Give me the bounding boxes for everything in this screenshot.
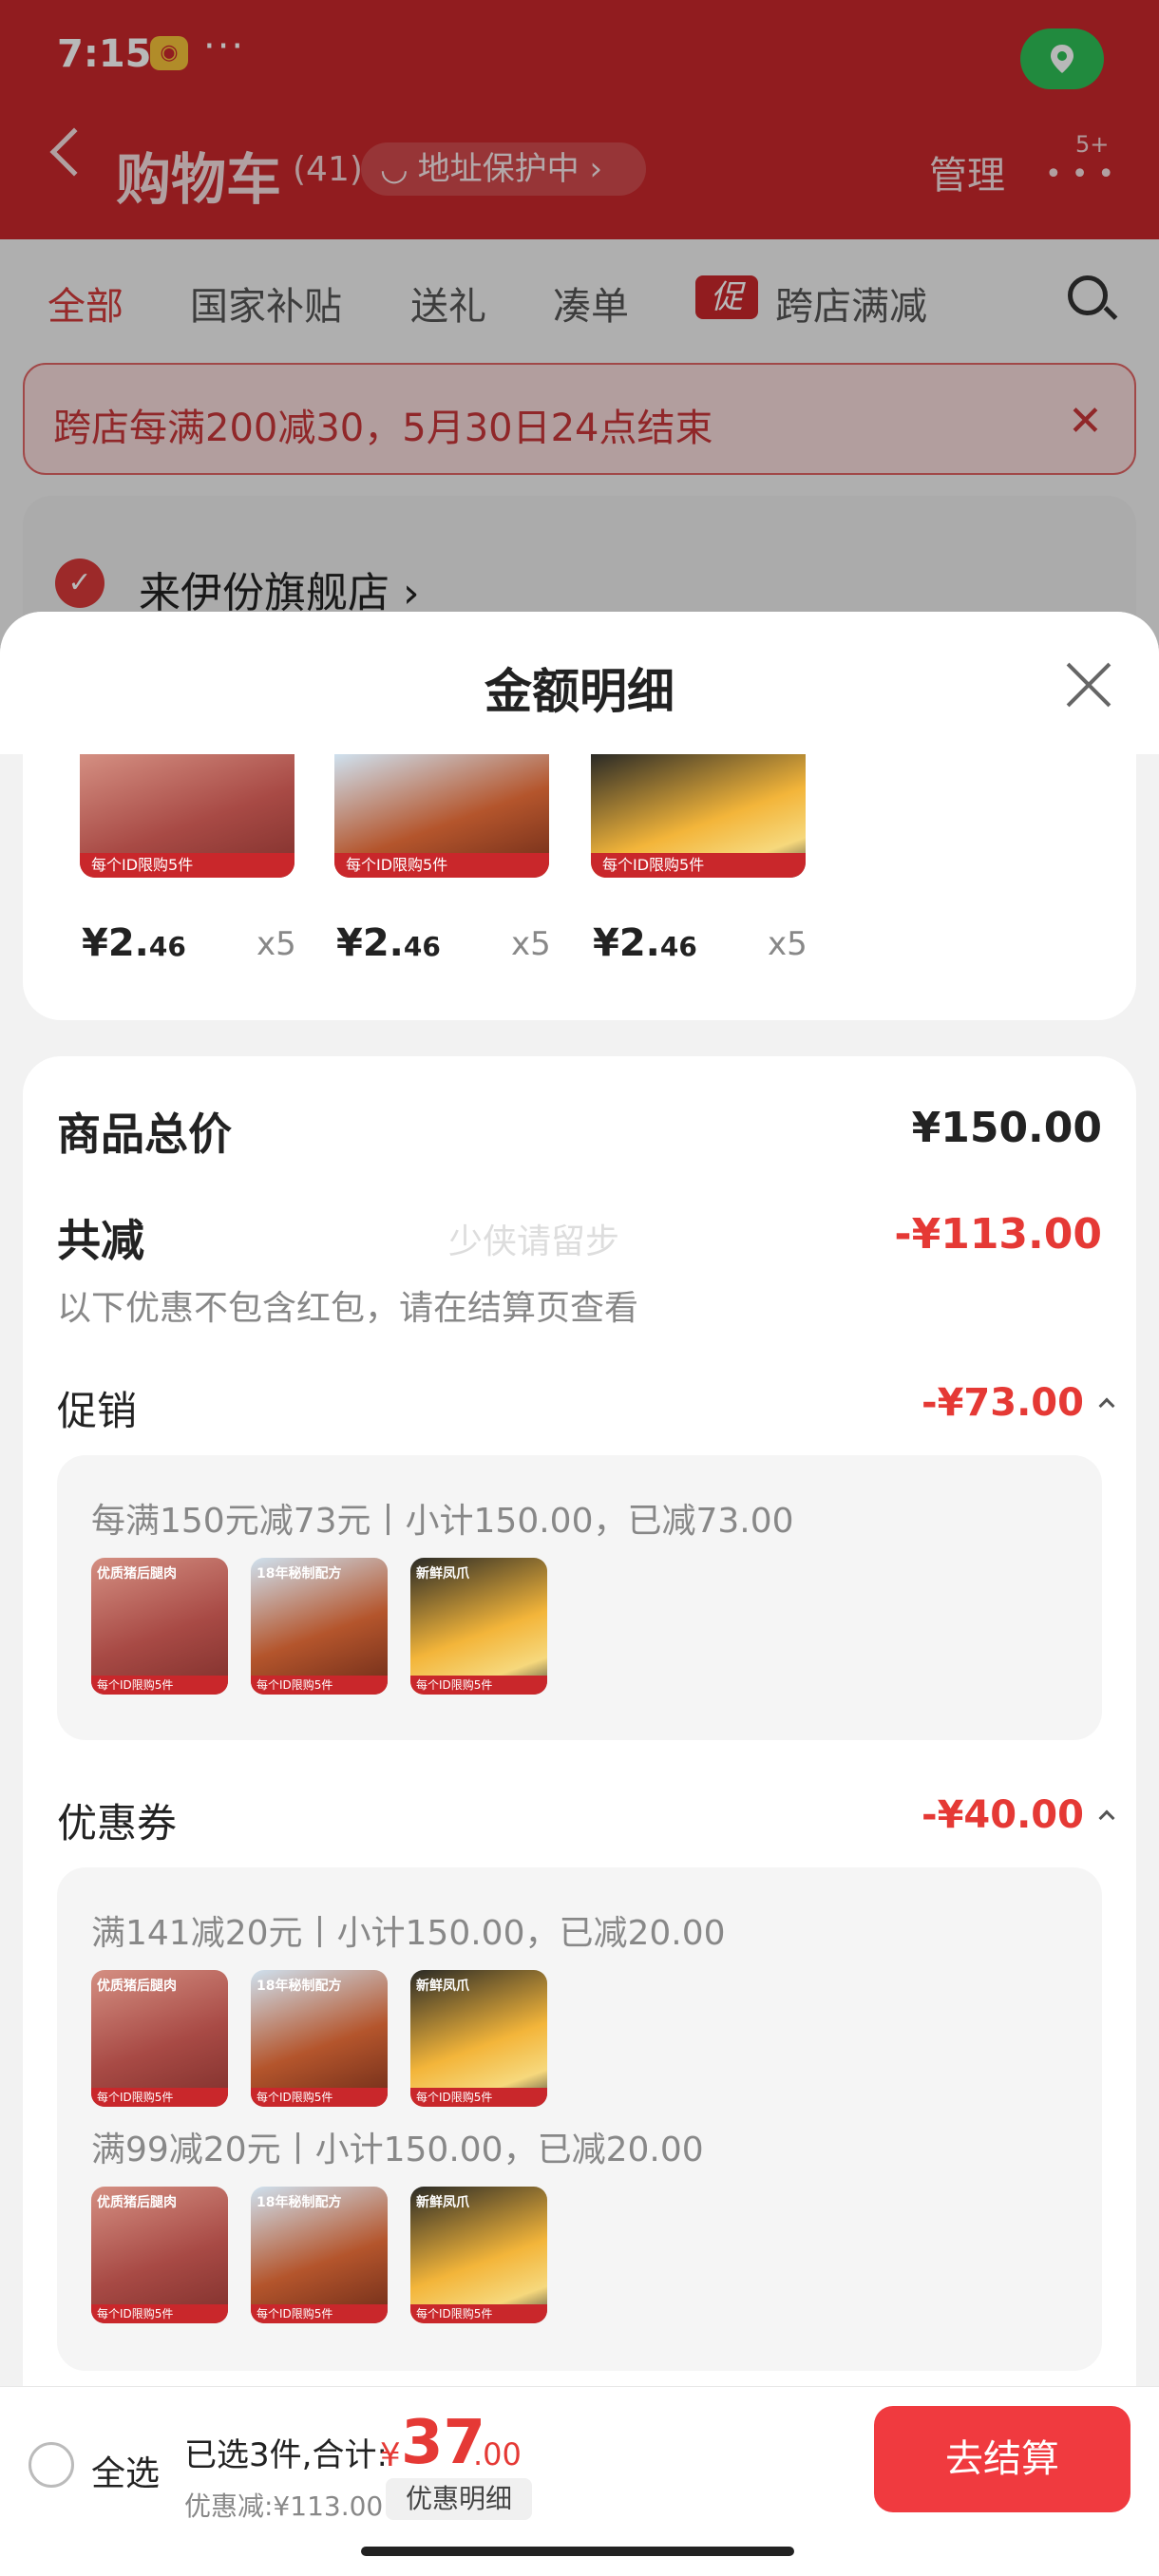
product-price: ¥2.46 [82,921,186,965]
sheet-title: 金额明细 [484,664,674,719]
product-thumb: 新鲜凤爪 每个ID限购5件 [410,2187,547,2323]
sheet-header: 金额明细 [0,612,1159,754]
chevron-up-icon [1098,1397,1115,1414]
product-tag: 每个ID限购5件 [80,853,294,878]
product-image[interactable]: 每个ID限购5件 [334,754,549,878]
product-thumb: 新鲜凤爪 每个ID限购5件 [410,1558,547,1695]
coupon-rule-box: 满141减20元丨小计150.00，已减20.00 优质猪后腿肉 每个ID限购5件… [57,1867,1102,2371]
product-thumb: 18年秘制配方 每个ID限购5件 [251,1970,388,2107]
product-thumb: 新鲜凤爪 每个ID限购5件 [410,1970,547,2107]
price-breakdown: 商品总价 ¥150.00 共减 少侠请留步 -¥113.00 以下优惠不包含红包… [23,1056,1136,2386]
checkout-button[interactable]: 去结算 [874,2406,1130,2512]
amount-detail-sheet: 金额明细 每个ID限购5件 每个ID限购5件 每个ID限购5件 ¥2.46 x5… [0,612,1159,2386]
product-price: ¥2.46 [593,921,697,965]
product-price: ¥2.46 [336,921,441,965]
promo-section-label: 促销 [57,1388,138,1434]
product-qty: x5 [768,925,808,963]
total-currency: ¥ [380,2436,401,2474]
product-thumb: 18年秘制配方 每个ID限购5件 [251,1558,388,1695]
watermark-text: 少侠请留步 [448,1222,620,1261]
product-qty: x5 [511,925,551,963]
chevron-up-icon [1098,1809,1115,1827]
selection-summary: 已选3件,合计: [184,2436,388,2474]
reduce-note: 以下优惠不包含红包，请在结算页查看 [57,1289,639,1328]
promo-rule-text: 每满150元减73元丨小计150.00，已减73.00 [91,1502,794,1541]
discount-detail-button[interactable]: 优惠明细 [386,2478,532,2520]
promo-section-value[interactable]: -¥73.00 [922,1381,1115,1425]
coupon-section-value[interactable]: -¥40.00 [922,1793,1115,1837]
total-label: 商品总价 [57,1108,232,1160]
coupon-rule-text: 满99减20元丨小计150.00，已减20.00 [91,2131,704,2169]
select-all-label[interactable]: 全选 [91,2446,160,2495]
coupon-section-label: 优惠券 [57,1800,178,1847]
checkout-bar: 全选 已选3件,合计: ¥ 37 .00 优惠减:¥113.00 优惠明细 去结… [0,2386,1159,2576]
home-indicator [361,2547,794,2556]
overlay-dim[interactable] [0,0,1159,665]
product-image[interactable]: 每个ID限购5件 [591,754,806,878]
product-qty: x5 [256,925,296,963]
total-amount-dec: .00 [473,2436,522,2472]
product-tag: 每个ID限购5件 [591,853,806,878]
close-icon[interactable] [1064,659,1113,709]
select-all-checkbox[interactable] [28,2442,74,2488]
product-thumb: 优质猪后腿肉 每个ID限购5件 [91,1970,228,2107]
reduce-label: 共减 [57,1215,144,1266]
product-strip: 每个ID限购5件 每个ID限购5件 每个ID限购5件 ¥2.46 x5 ¥2.4… [23,754,1136,1020]
reduce-value: -¥113.00 [894,1210,1102,1259]
product-thumb: 优质猪后腿肉 每个ID限购5件 [91,1558,228,1695]
product-tag: 每个ID限购5件 [334,853,549,878]
product-image[interactable]: 每个ID限购5件 [80,754,294,878]
total-value: ¥150.00 [911,1104,1102,1152]
product-thumb: 18年秘制配方 每个ID限购5件 [251,2187,388,2323]
product-thumb: 优质猪后腿肉 每个ID限购5件 [91,2187,228,2323]
promo-rule-box: 每满150元减73元丨小计150.00，已减73.00 优质猪后腿肉 每个ID限购… [57,1455,1102,1740]
coupon-rule-text: 满141减20元丨小计150.00，已减20.00 [91,1914,726,1953]
discount-amount: 优惠减:¥113.00 [184,2491,384,2522]
